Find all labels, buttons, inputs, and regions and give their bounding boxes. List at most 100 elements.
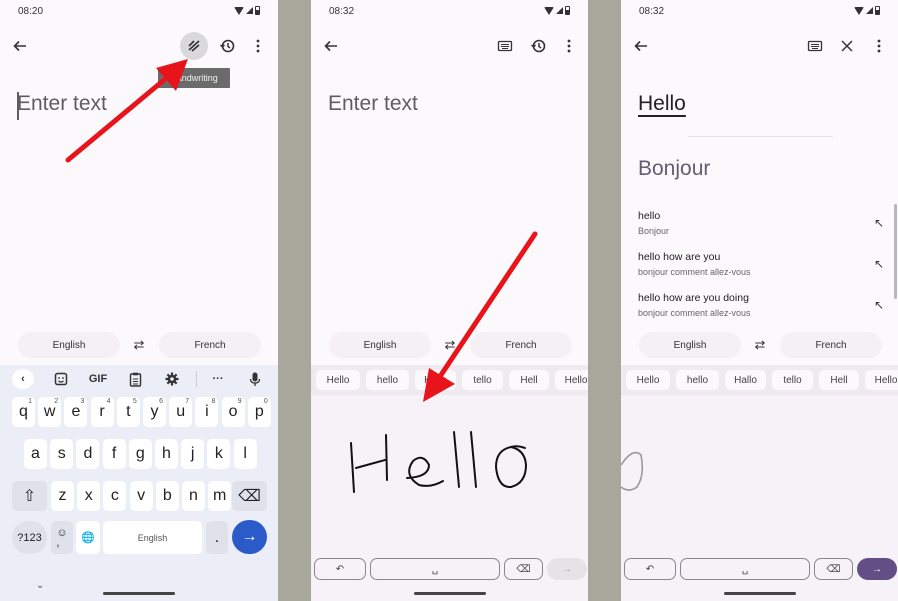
source-language-button[interactable]: English [18,332,120,358]
keyboard-back-button[interactable]: ‹ [12,369,34,389]
clipboard-button[interactable] [125,369,145,389]
swap-languages-button[interactable]: ⇄ [440,336,460,354]
source-language-button[interactable]: English [329,332,431,358]
handwriting-strokes[interactable] [311,395,588,555]
suggestion-item[interactable]: hello Bonjour ↖ [621,208,898,246]
delete-button[interactable]: ⌫ [504,558,543,580]
undo-button[interactable]: ↶ [624,558,676,580]
handwriting-pad[interactable]: ↶ ␣ ⌫ → [311,395,588,601]
key-c[interactable]: c [103,481,127,511]
scrollbar[interactable] [894,204,897,299]
key-d[interactable]: d [76,439,100,469]
key-b[interactable]: b [155,481,179,511]
emoji-comma-key[interactable]: ☺ , [51,521,73,554]
suggestion-item[interactable]: hello how are you bonjour comment allez-… [621,249,898,287]
target-language-button[interactable]: French [780,332,882,358]
more-options-button[interactable] [555,32,583,60]
suggestion-chip[interactable]: Hello [865,370,898,390]
backspace-key[interactable]: ⌫ [232,481,267,511]
back-button[interactable] [627,32,655,60]
key-m[interactable]: m [208,481,232,511]
key-s[interactable]: s [50,439,74,469]
key-l[interactable]: l [233,439,257,469]
space-key[interactable]: English [103,521,202,554]
suggestion-chip[interactable]: tello [462,370,503,390]
undo-button[interactable]: ↶ [314,558,366,580]
symbols-key[interactable]: ?123 [12,521,47,554]
gesture-home-bar[interactable] [723,592,796,595]
gesture-home-bar[interactable] [103,592,175,595]
key-z[interactable]: z [51,481,74,511]
language-switch-key[interactable]: 🌐 [76,521,100,554]
key-g[interactable]: g [128,439,152,469]
suggestion-chip[interactable]: tello [772,370,813,390]
key-n[interactable]: n [182,481,205,511]
enter-key[interactable]: → [232,520,267,554]
key-h[interactable]: h [155,439,178,469]
target-language-button[interactable]: French [159,332,261,358]
key-t[interactable]: t5 [116,397,140,427]
handwriting-pad[interactable]: ↶ ␣ ⌫ → [621,395,898,601]
target-language-button[interactable]: French [470,332,572,358]
key-o[interactable]: o9 [221,397,245,427]
handwriting-button[interactable] [180,32,208,60]
more-options-button[interactable] [865,32,893,60]
shift-key[interactable]: ⇧ [12,481,47,511]
clear-button[interactable] [833,32,861,60]
handwriting-strokes[interactable] [621,395,898,555]
source-text-input[interactable]: Enter text [17,92,107,116]
key-p[interactable]: p0 [247,397,271,427]
swap-languages-button[interactable]: ⇄ [750,336,770,354]
source-text[interactable]: Hello [638,92,686,116]
settings-button[interactable] [162,369,182,389]
key-r[interactable]: r4 [90,397,114,427]
key-y[interactable]: y6 [143,397,166,427]
history-button[interactable] [524,32,552,60]
key-e[interactable]: e3 [64,397,88,427]
swap-languages-button[interactable]: ⇄ [129,336,149,354]
gesture-home-bar[interactable] [413,592,486,595]
suggestion-chip[interactable]: Hello [316,370,360,390]
history-button[interactable] [213,32,241,60]
suggestion-chip[interactable]: Hello [555,370,588,390]
collapse-keyboard-button[interactable]: ⌄ [36,580,44,591]
key-q[interactable]: q1 [12,397,35,427]
key-x[interactable]: x [77,481,101,511]
key-v[interactable]: v [129,481,153,511]
key-u[interactable]: u7 [169,397,193,427]
suggestion-chip[interactable]: Hello [626,370,670,390]
period-key[interactable]: . [206,521,228,554]
suggestion-chip[interactable]: Hallo [725,370,766,390]
key-k[interactable]: k [207,439,231,469]
suggestion-chip[interactable]: Hell [509,370,549,390]
suggestion-item[interactable]: hello how are you doing bonjour comment … [621,290,898,328]
delete-button[interactable]: ⌫ [814,558,853,580]
back-button[interactable] [317,32,345,60]
more-options-button[interactable] [244,32,272,60]
insert-arrow-icon[interactable]: ↖ [874,216,884,230]
suggestion-chip[interactable]: Hallo [415,370,456,390]
space-button[interactable]: ␣ [370,558,500,580]
source-text-input[interactable]: Enter text [328,92,418,116]
source-language-button[interactable]: English [639,332,741,358]
keyboard-button[interactable] [801,32,829,60]
key-w[interactable]: w2 [38,397,62,427]
insert-arrow-icon[interactable]: ↖ [874,298,884,312]
back-button[interactable] [6,32,34,60]
suggestion-chip[interactable]: Hell [819,370,859,390]
more-tools-button[interactable]: ··· [207,369,229,389]
sticker-button[interactable] [51,369,71,389]
key-i[interactable]: i8 [195,397,219,427]
key-j[interactable]: j [181,439,205,469]
go-button[interactable]: → [547,558,587,580]
keyboard-button[interactable] [491,32,519,60]
go-button[interactable]: → [857,558,897,580]
voice-input-button[interactable] [245,369,265,389]
key-f[interactable]: f [102,439,126,469]
space-button[interactable]: ␣ [680,558,810,580]
key-a[interactable]: a [24,439,47,469]
suggestion-chip[interactable]: hello [366,370,409,390]
suggestion-chip[interactable]: hello [676,370,719,390]
gif-button[interactable]: GIF [86,369,110,389]
insert-arrow-icon[interactable]: ↖ [874,257,884,271]
